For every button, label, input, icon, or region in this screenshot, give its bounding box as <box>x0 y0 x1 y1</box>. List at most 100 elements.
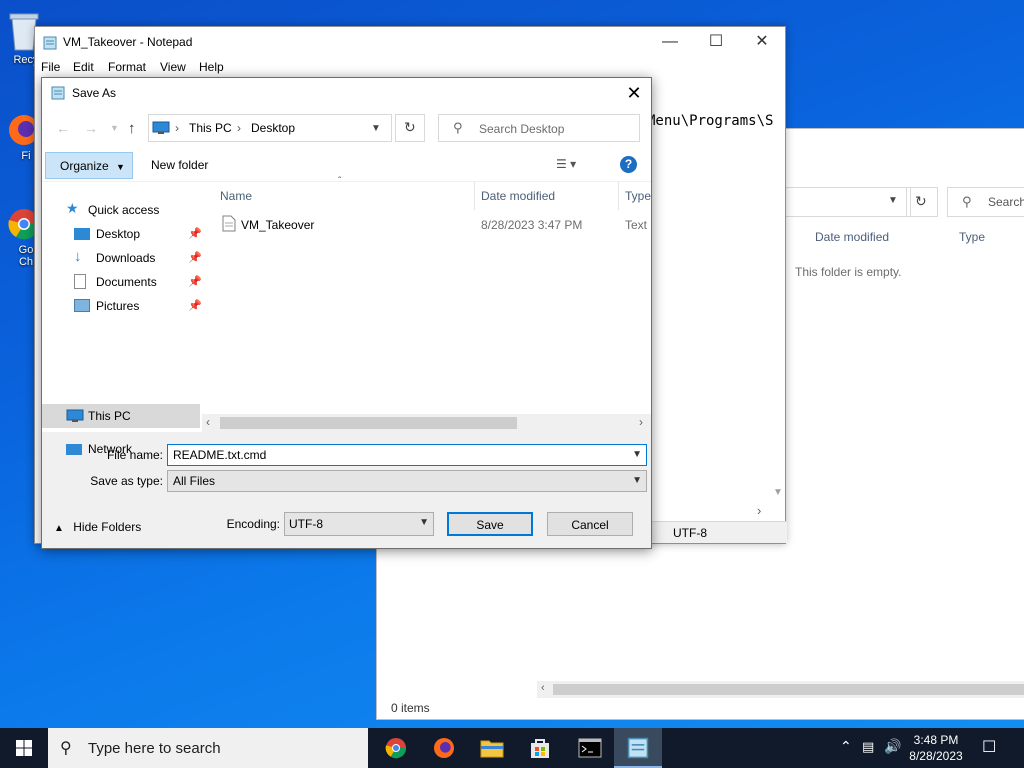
back-arrow-icon[interactable]: ← <box>56 120 70 136</box>
help-icon[interactable]: ? <box>620 156 637 173</box>
nav-pictures[interactable]: Pictures 📌 <box>74 295 202 317</box>
column-divider[interactable] <box>618 182 619 210</box>
menu-edit[interactable]: Edit <box>73 60 94 74</box>
taskbar-firefox[interactable] <box>420 728 468 768</box>
network-status-icon[interactable]: ▤ <box>862 739 874 755</box>
encoding-label: Encoding: <box>226 517 280 531</box>
column-type[interactable]: Type <box>625 189 651 203</box>
save-as-dialog[interactable]: Save As ✕ ← → ▼ ↑ › This PC › Desktop ▼ … <box>41 77 652 549</box>
dialog-address-bar[interactable]: › This PC › Desktop ▼ <box>148 114 392 142</box>
notepad-title: VM_Takeover - Notepad <box>63 35 193 49</box>
scroll-left-icon[interactable]: ‹ <box>206 415 210 429</box>
menu-format[interactable]: Format <box>108 60 146 74</box>
taskbar-store[interactable] <box>516 728 564 768</box>
notepad-icon <box>51 86 65 100</box>
taskbar-search-box[interactable]: ⚲ Type here to search <box>48 728 368 768</box>
show-hidden-icons-chevron-icon[interactable]: ⌃ <box>840 738 852 755</box>
file-row[interactable]: VM_Takeover 8/28/2023 3:47 PM Text D <box>220 214 650 234</box>
taskbar-command-prompt[interactable] <box>566 728 614 768</box>
dialog-close-button[interactable]: ✕ <box>617 78 651 108</box>
scroll-right-icon[interactable]: › <box>757 503 761 518</box>
refresh-icon: ↻ <box>404 119 416 135</box>
address-chevron-icon[interactable]: › <box>175 121 179 135</box>
taskbar-file-explorer[interactable] <box>468 728 516 768</box>
scroll-right-icon[interactable]: › <box>639 415 643 429</box>
terminal-icon <box>578 738 602 758</box>
file-list-horizontal-scrollbar[interactable]: ‹ › <box>202 414 651 432</box>
taskbar-clock[interactable]: 3:48 PM 8/28/2023 <box>906 732 966 764</box>
notepad-vertical-scrollbar[interactable]: ▼ <box>769 127 786 507</box>
explorer-col-type[interactable]: Type <box>959 230 985 244</box>
column-divider[interactable] <box>474 182 475 210</box>
scrollbar-thumb[interactable] <box>220 417 517 429</box>
star-icon: ★ <box>66 200 79 216</box>
search-icon: ⚲ <box>60 740 72 757</box>
chevron-down-icon[interactable]: ▼ <box>888 195 898 206</box>
taskbar: ⚲ Type here to search ⌃ ▤ 🔊 3:48 PM 8/28… <box>0 728 1024 768</box>
organize-label: Organize <box>60 159 109 173</box>
start-button[interactable] <box>0 728 48 768</box>
scroll-down-icon[interactable]: ▼ <box>773 487 783 498</box>
nav-label: Desktop <box>96 227 141 241</box>
encoding-value: UTF-8 <box>289 517 323 531</box>
menu-help[interactable]: Help <box>199 60 224 74</box>
nav-label: Quick access <box>88 203 160 217</box>
minimize-button[interactable]: — <box>647 27 693 57</box>
cancel-button[interactable]: Cancel <box>547 512 633 536</box>
notepad-icon <box>43 36 57 50</box>
chevron-down-icon[interactable]: ▼ <box>632 449 642 460</box>
explorer-search-input[interactable]: ⚲ Search <box>947 187 1024 217</box>
documents-icon <box>74 274 86 289</box>
nav-quick-access[interactable]: ★ Quick access <box>66 199 196 221</box>
menu-view[interactable]: View <box>160 60 186 74</box>
volume-icon[interactable]: 🔊 <box>884 738 901 755</box>
dialog-navigation-bar: ← → ▼ ↑ › This PC › Desktop ▼ ↻ ⚲ Search… <box>42 108 651 150</box>
new-folder-button[interactable]: New folder <box>151 158 208 172</box>
column-name[interactable]: Name <box>220 189 252 203</box>
desktop-folder-icon <box>74 228 90 240</box>
address-dropdown-chevron-icon[interactable]: ▼ <box>371 123 381 134</box>
address-chevron-icon[interactable]: › <box>237 121 241 135</box>
clock-time: 3:48 PM <box>913 733 959 747</box>
save-as-type-select[interactable]: All Files ▼ <box>167 470 647 492</box>
recent-locations-chevron-icon[interactable]: ▼ <box>110 123 119 133</box>
explorer-refresh-button[interactable]: ↻ <box>906 187 938 217</box>
dialog-refresh-button[interactable]: ↻ <box>395 114 425 142</box>
search-icon: ⚲ <box>453 120 463 135</box>
taskbar-chrome[interactable] <box>372 728 420 768</box>
address-desktop[interactable]: Desktop <box>251 121 295 135</box>
file-name-value: README.txt.cmd <box>173 448 267 462</box>
close-button[interactable]: ✕ <box>739 27 785 57</box>
explorer-horizontal-scrollbar[interactable]: ‹ <box>537 681 1024 698</box>
scrollbar-thumb[interactable] <box>553 684 1024 695</box>
explorer-col-date[interactable]: Date modified <box>815 230 889 244</box>
dialog-search-input[interactable]: ⚲ Search Desktop <box>438 114 640 142</box>
save-button[interactable]: Save <box>447 512 533 536</box>
menu-file[interactable]: File <box>41 60 60 74</box>
explorer-item-count: 0 items <box>391 701 430 715</box>
address-this-pc[interactable]: This PC <box>189 121 232 135</box>
nav-downloads[interactable]: ↓ Downloads 📌 <box>74 247 202 269</box>
chevron-down-icon[interactable]: ▼ <box>632 475 642 486</box>
chevron-up-icon: ▲ <box>54 523 64 534</box>
pin-icon: 📌 <box>188 300 202 312</box>
file-name-input[interactable]: README.txt.cmd ▼ <box>167 444 647 466</box>
up-arrow-icon[interactable]: ↑ <box>128 120 136 137</box>
encoding-select[interactable]: UTF-8 ▼ <box>284 512 434 536</box>
hide-folders-button[interactable]: ▲ Hide Folders <box>54 520 154 538</box>
chevron-down-icon[interactable]: ▼ <box>419 517 429 528</box>
organize-button[interactable]: Organize ▼ <box>45 152 133 179</box>
explorer-address-bar[interactable]: ▼ <box>781 187 911 217</box>
change-view-icon[interactable]: ☰ ▾ <box>556 157 576 171</box>
forward-arrow-icon[interactable]: → <box>84 120 98 136</box>
nav-documents[interactable]: Documents 📌 <box>74 271 202 293</box>
maximize-button[interactable]: ☐ <box>693 27 739 57</box>
notifications-icon[interactable]: ☐ <box>982 737 996 757</box>
nav-this-pc[interactable]: This PC <box>42 404 200 428</box>
column-date-modified[interactable]: Date modified <box>481 189 555 203</box>
nav-desktop[interactable]: Desktop 📌 <box>74 223 202 245</box>
notepad-text-content[interactable]: Menu\Programs\S <box>647 113 773 129</box>
taskbar-notepad[interactable] <box>614 728 662 768</box>
dialog-title-bar: Save As ✕ <box>42 78 651 108</box>
scroll-left-icon[interactable]: ‹ <box>541 682 545 694</box>
